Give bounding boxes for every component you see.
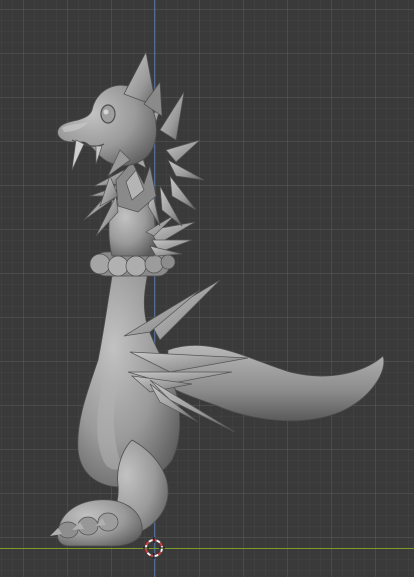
3d-viewport[interactable] [0,0,414,577]
3d-cursor-icon[interactable] [143,537,165,559]
eye-pupil [103,109,109,115]
sculpt-model[interactable] [0,0,414,577]
fang [71,139,85,171]
toe [57,521,79,539]
eye [100,104,116,124]
